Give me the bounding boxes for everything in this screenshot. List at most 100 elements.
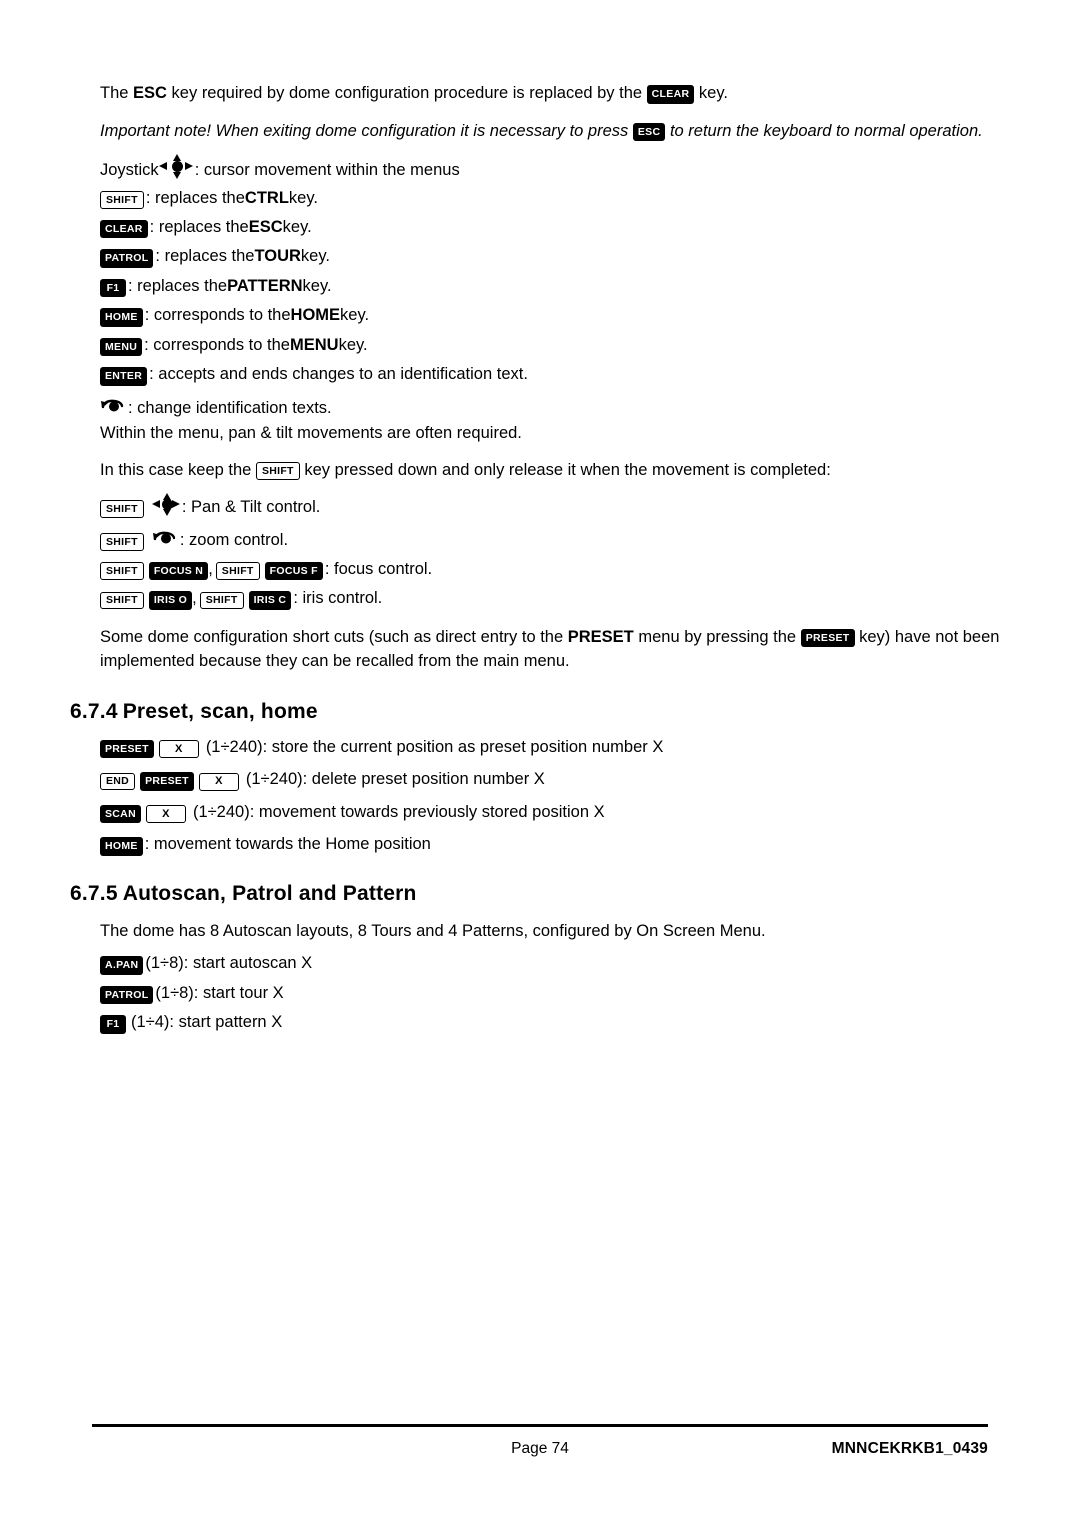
end-key-glyph: END: [100, 772, 136, 791]
key-row-patrol-bold: TOUR: [254, 247, 301, 266]
key-row-home-post: key.: [340, 306, 370, 325]
shortcuts-pre: Some dome configuration short cuts (such…: [100, 627, 568, 646]
shortcuts-mid: menu by pressing the: [633, 627, 801, 646]
home-key-glyph: HOME: [100, 308, 143, 327]
joystick-row: Joystick : cursor movement within the me…: [100, 153, 1000, 180]
shift-focus-text: : focus control.: [324, 559, 433, 578]
apan-key-glyph: A.PAN: [100, 956, 144, 975]
home-key-glyph-2: HOME: [100, 837, 143, 856]
key-row-home-bold: HOME: [290, 306, 341, 325]
shift-key-glyph-irisc: SHIFT: [199, 591, 244, 610]
clear-key-glyph-2: CLEAR: [100, 219, 148, 239]
shortcuts-paragraph: Some dome configuration short cuts (such…: [100, 626, 1000, 674]
shift-pantilt-row: SHIFT : Pan & Tilt control.: [100, 492, 1000, 518]
focus-near-key-glyph: FOCUS N: [148, 561, 209, 581]
focus-far-key-glyph: FOCUS F: [264, 561, 323, 581]
preset-delete-row: END PRESET X (1÷240): delete preset posi…: [100, 770, 1000, 791]
scan-row: SCAN X (1÷240): movement towards previou…: [100, 803, 1000, 824]
key-row-f1-bold: PATTERN: [227, 276, 303, 295]
key-row-menu-pre: : corresponds to the: [144, 335, 290, 354]
zoom-change-row: : change identification texts.: [100, 395, 1000, 418]
shift-zoom-row: SHIFT : zoom control.: [100, 527, 1000, 551]
home-movement-text: : movement towards the Home position: [144, 835, 431, 854]
esc-bold: ESC: [133, 84, 167, 102]
rotate-zoom-icon-2: [152, 527, 178, 545]
preset-key-glyph-inline: PRESET: [800, 628, 855, 648]
patrol-key-glyph-2: PATROL: [100, 985, 154, 1005]
menu-key-glyph: MENU: [100, 337, 143, 357]
shift-zoom-text: : zoom control.: [179, 530, 289, 549]
document-page: The ESC key required by dome configurati…: [0, 0, 1080, 1528]
section-674-title: Preset, scan, home: [122, 699, 318, 723]
section-674-number: 6.7.4: [70, 699, 118, 723]
clear-key-glyph: CLEAR: [646, 85, 695, 104]
x-key-glyph-3: X: [145, 805, 186, 824]
f1-key-glyph-2: F1: [100, 1015, 126, 1034]
footer-divider: [92, 1424, 988, 1427]
joystick-label: Joystick: [100, 160, 159, 179]
key-row-shift-post: key.: [288, 188, 318, 207]
important-note-paragraph: Important note! When exiting dome config…: [100, 120, 1000, 144]
section-675-intro: The dome has 8 Autoscan layouts, 8 Tours…: [100, 920, 1000, 944]
shift-iris-row: SHIFT IRIS O , SHIFT IRIS C : iris contr…: [100, 589, 1000, 610]
section-675-title: Autoscan, Patrol and Pattern: [122, 881, 417, 905]
key-row-clear-pre: : replaces the: [149, 217, 249, 236]
keep-shift-post: key pressed down and only release it whe…: [299, 460, 831, 479]
note-post: to return the keyboard to normal operati…: [665, 121, 983, 140]
key-row-enter-text: : accepts and ends changes to an identif…: [149, 365, 528, 384]
joystick-icon-pantilt: [151, 492, 180, 516]
enter-key-glyph: ENTER: [100, 367, 148, 386]
key-row-shift-bold: CTRL: [244, 188, 289, 207]
shift-pantilt-text: : Pan & Tilt control.: [181, 497, 321, 516]
keep-shift-pre: In this case keep the: [100, 460, 256, 479]
key-row-clear-post: key.: [282, 217, 312, 236]
key-row-menu-bold: MENU: [289, 335, 339, 354]
iris-open-key-glyph: IRIS O: [148, 591, 193, 610]
esc-key-glyph: ESC: [632, 122, 666, 142]
joystick-text: : cursor movement within the menus: [194, 160, 460, 179]
shift-key-glyph-iriso: SHIFT: [100, 591, 144, 610]
rotate-zoom-icon: [100, 395, 126, 413]
key-row-patrol-pre: : replaces the: [155, 247, 255, 266]
key-row-clear: CLEAR : replaces the ESC key.: [100, 218, 1000, 239]
preset-key-glyph-2: PRESET: [140, 772, 194, 791]
esc-sentence-mid: key required by dome configuration proce…: [166, 84, 647, 102]
x-key-glyph-1: X: [158, 740, 199, 759]
section-675-intro-text: The dome has 8 Autoscan layouts, 8 Tours…: [100, 921, 766, 940]
key-row-menu-post: key.: [338, 335, 368, 354]
footer-document-id: MNNCEKRKB1_0439: [831, 1440, 988, 1457]
within-menu-text: Within the menu, pan & tilt movements ar…: [100, 423, 522, 442]
shift-iris-text: : iris control.: [293, 589, 383, 608]
home-movement-row: HOME : movement towards the Home positio…: [100, 835, 1000, 856]
esc-sentence-pre: The: [100, 84, 134, 102]
scan-key-glyph: SCAN: [100, 804, 141, 824]
key-row-patrol-post: key.: [300, 247, 330, 266]
section-674-heading: 6.7.4 Preset, scan, home: [70, 700, 1000, 724]
autoscan-text: (1÷8): start autoscan X: [145, 954, 313, 973]
key-row-home: HOME : corresponds to the HOME key.: [100, 306, 1000, 327]
shift-key-glyph-focusf: SHIFT: [215, 562, 260, 580]
key-row-clear-bold: ESC: [248, 217, 283, 236]
preset-key-glyph: PRESET: [100, 739, 154, 759]
shift-key-glyph-inline: SHIFT: [255, 462, 300, 480]
key-row-shift: SHIFT : replaces the CTRL key.: [100, 189, 1000, 209]
preset-store-text: (1÷240): store the current position as p…: [205, 737, 664, 756]
note-pre: Important note! When exiting dome config…: [100, 121, 633, 140]
shift-focus-row: SHIFT FOCUS N , SHIFT FOCUS F : focus co…: [100, 560, 1000, 581]
joystick-icon: [158, 153, 193, 179]
iris-separator: ,: [192, 589, 197, 608]
key-row-home-pre: : corresponds to the: [144, 306, 291, 325]
f1-key-glyph: F1: [100, 278, 126, 298]
preset-store-row: PRESET X (1÷240): store the current posi…: [100, 738, 1000, 759]
keep-shift-paragraph: In this case keep the SHIFT key pressed …: [100, 459, 1000, 483]
key-row-f1: F1 : replaces the PATTERN key.: [100, 277, 1000, 298]
within-menu-paragraph: Within the menu, pan & tilt movements ar…: [100, 422, 1000, 446]
key-row-f1-pre: : replaces the: [128, 276, 228, 295]
page-content: The ESC key required by dome configurati…: [70, 82, 1000, 1043]
shortcuts-bold: PRESET: [567, 627, 634, 646]
shift-key-glyph: SHIFT: [100, 191, 144, 209]
section-675-heading: 6.7.5 Autoscan, Patrol and Pattern: [70, 882, 1000, 906]
key-row-shift-pre: : replaces the: [145, 188, 245, 207]
key-row-menu: MENU : corresponds to the MENU key.: [100, 336, 1000, 357]
zoom-change-text: : change identification texts.: [128, 398, 332, 417]
